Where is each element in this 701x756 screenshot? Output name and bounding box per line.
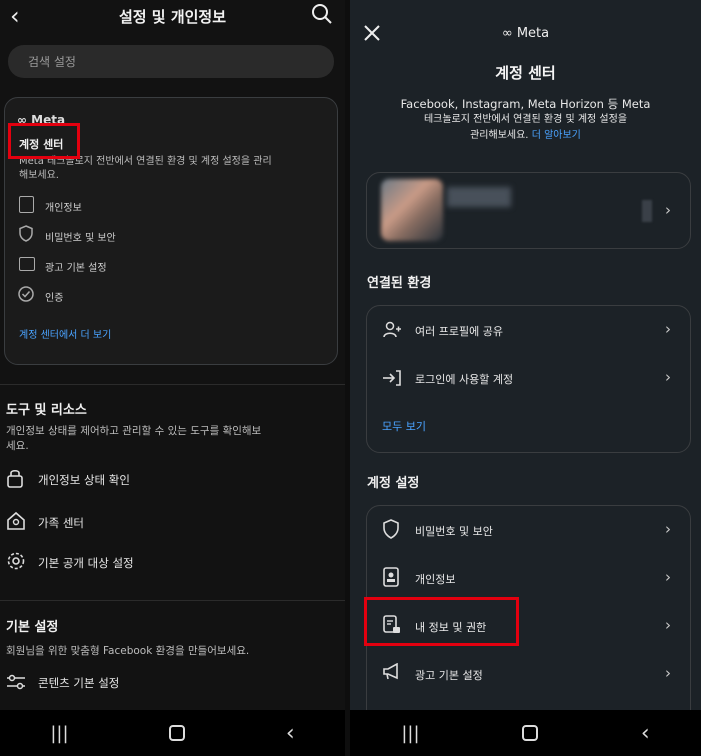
chevron-right-icon: › [665,368,671,386]
chevron-right-icon: › [665,320,671,338]
profiles-icon [382,320,402,344]
learn-more-link[interactable]: 더 알아보기 [532,130,581,141]
connected-item-share-profiles[interactable]: 여러 프로필에 공유 [415,323,503,339]
acct-item-ads[interactable]: 광고 기본 설정 [45,259,107,274]
personal-info-icon [19,196,34,213]
shield-icon [18,225,34,246]
chevron-right-icon: › [665,568,671,586]
tool-family-center[interactable]: 가족 센터 [38,515,84,531]
settings-panel: ‹ 설정 및 개인정보 검색 설정 ∞ Meta 계정 센터 Meta 테크놀로… [0,0,345,756]
settings-item-ad-preferences[interactable]: 광고 기본 설정 [415,667,483,683]
recent-apps-icon[interactable]: ||| [50,723,68,744]
lock-icon [6,468,24,492]
login-icon [382,369,402,391]
megaphone-icon [382,662,402,685]
system-nav-bar: ||| ‹ [0,710,345,756]
account-center-panel: ∞ Meta 계정 센터 Facebook, Instagram, Meta H… [350,0,701,756]
chevron-right-icon: › [665,616,671,634]
settings-item-password[interactable]: 비밀번호 및 보안 [415,523,493,539]
search-icon[interactable] [310,2,334,30]
divider [0,384,345,385]
acct-item-password[interactable]: 비밀번호 및 보안 [45,229,116,244]
recent-apps-icon[interactable]: ||| [401,723,419,744]
settings-item-personal-info[interactable]: 개인정보 [415,571,455,587]
search-placeholder: 검색 설정 [28,55,76,69]
connected-heading: 연결된 환경 [367,276,432,291]
page-desc: Facebook, Instagram, Meta Horizon 등 Meta… [350,96,701,144]
avatar [381,179,443,241]
page-title: 계정 센터 [495,64,556,82]
prefs-desc: 회원님을 위한 맞춤형 Facebook 환경을 만들어보세요. [6,645,250,657]
see-all-link[interactable]: 모두 보기 [382,418,426,434]
chevron-right-icon: › [665,664,671,682]
prefs-heading: 기본 설정 [6,620,59,635]
profile-name-blur [447,187,511,207]
divider [0,600,345,601]
desc-line-1: Facebook, Instagram, Meta Horizon 등 Meta [400,97,651,111]
account-center-more-link[interactable]: 계정 센터에서 더 보기 [19,326,111,341]
blurred-element [642,200,652,222]
highlight-account-center [8,123,80,159]
meta-logo: ∞ Meta [501,26,550,41]
connected-item-login-accounts[interactable]: 로그인에 사용할 계정 [415,371,513,387]
nav-back-icon[interactable]: ‹ [641,721,650,746]
back-icon[interactable]: ‹ [10,2,20,30]
check-circle-icon [18,286,34,306]
connected-card: 여러 프로필에 공유 › 로그인에 사용할 계정 › 모두 보기 [366,305,691,453]
tools-heading: 도구 및 리소스 [6,403,87,418]
page-title: 설정 및 개인정보 [118,8,227,26]
tool-default-audience[interactable]: 기본 공개 대상 설정 [38,555,134,571]
id-card-icon [383,567,399,591]
tools-desc: 개인정보 상태를 제어하고 관리할 수 있는 도구를 확인해보세요. [6,425,262,452]
system-nav-bar: ||| ‹ [350,710,701,756]
highlight-your-info-permissions [364,597,519,646]
home-icon[interactable] [169,725,186,741]
acct-item-verification[interactable]: 인증 [45,289,63,304]
sliders-icon [6,674,26,694]
nav-back-icon[interactable]: ‹ [286,721,295,746]
monitor-icon [19,257,35,271]
family-center-icon [6,511,26,535]
profile-card[interactable]: › [366,172,691,249]
acct-item-personal-info[interactable]: 개인정보 [45,199,82,214]
pref-content[interactable]: 콘텐츠 기본 설정 [38,675,119,691]
desc-line-3: 관리해보세요. [470,130,529,141]
account-center-desc: Meta 테크놀로지 전반에서 연결된 환경 및 계정 설정을 관리해보세요. [19,156,272,181]
desc-line-2: 테크놀로지 전반에서 연결된 환경 및 계정 설정을 [423,114,628,125]
chevron-right-icon: › [665,201,671,219]
chevron-right-icon: › [665,520,671,538]
settings-heading: 계정 설정 [367,476,420,491]
tool-privacy-checkup[interactable]: 개인정보 상태 확인 [38,472,130,488]
shield-icon [382,519,400,543]
home-icon[interactable] [522,725,539,741]
search-input[interactable]: 검색 설정 [8,45,334,78]
gear-icon [6,551,26,575]
